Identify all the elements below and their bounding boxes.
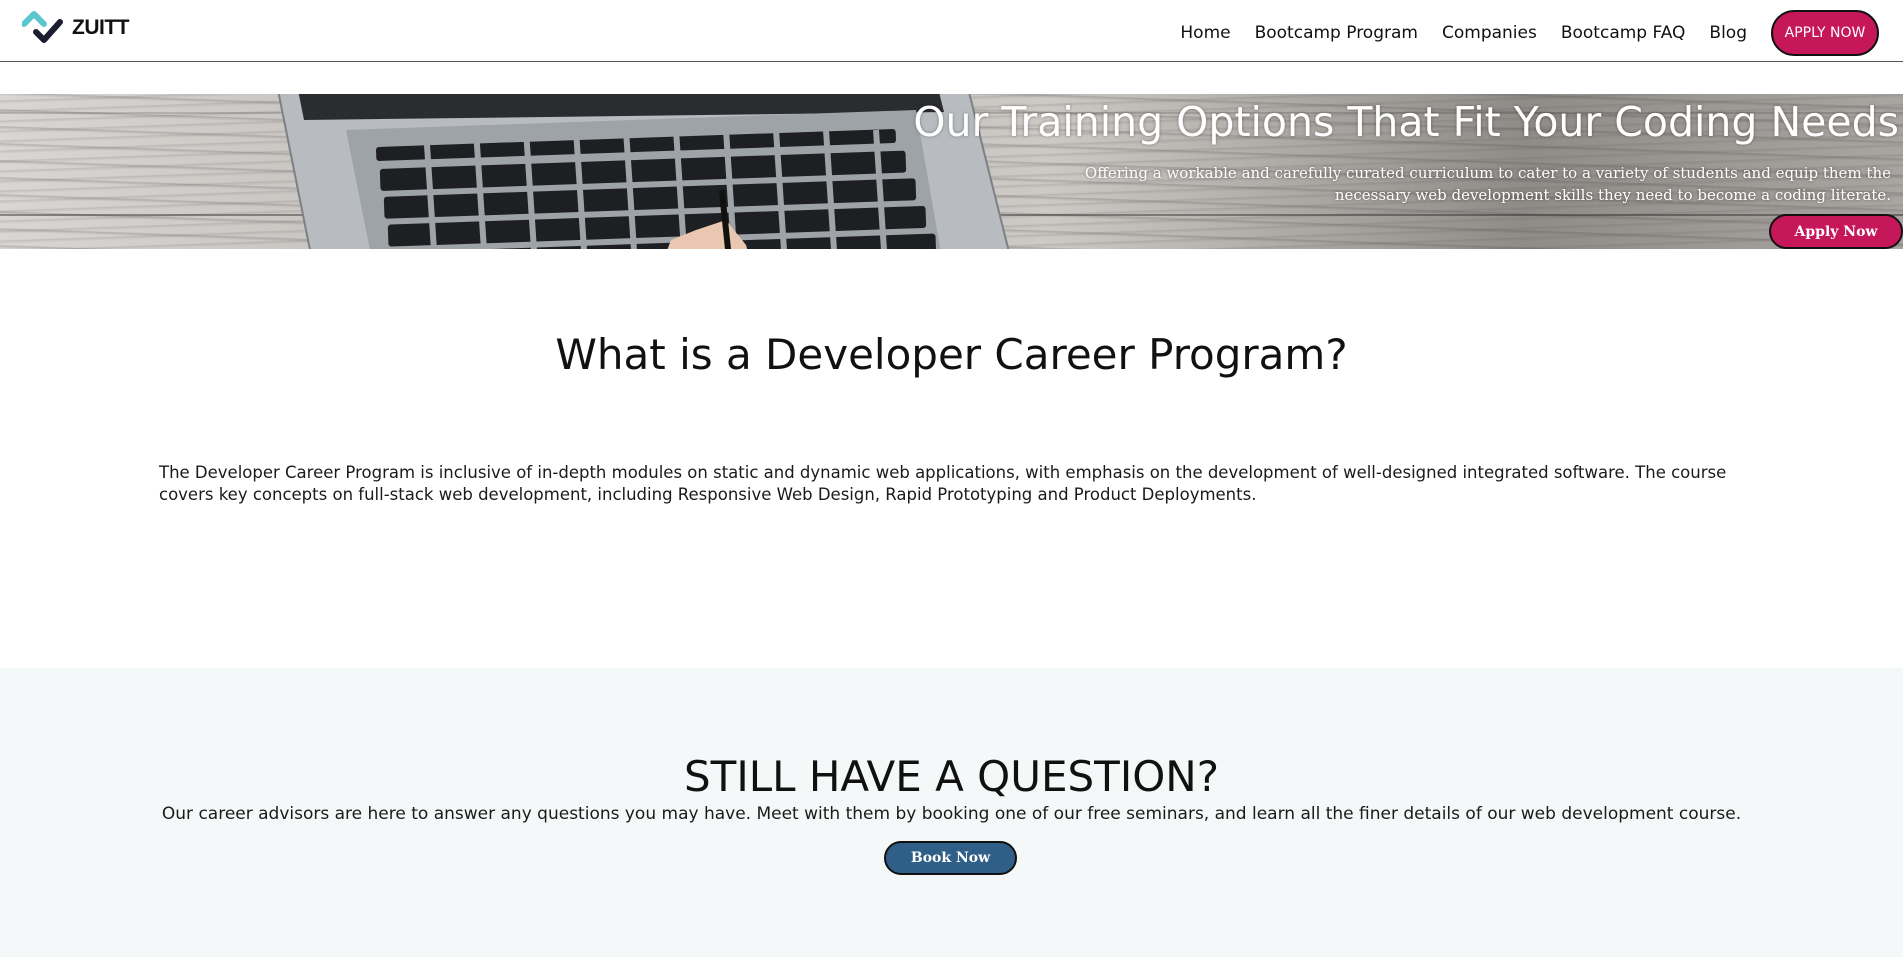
program-description: The Developer Career Program is inclusiv… [159,463,1727,504]
zuitt-logo-icon [22,11,63,43]
main-nav: Home Bootcamp Program Companies Bootcamp… [1156,10,1879,56]
hero-banner: Our Training Options That Fit Your Codin… [0,94,1903,249]
book-now-button[interactable]: Book Now [884,841,1017,875]
question-section: STILL HAVE A QUESTION? Our career adviso… [0,668,1903,957]
laptop-keyboard-image [277,94,1010,249]
site-logo[interactable]: ZUITT [22,10,129,46]
apply-now-hero-button[interactable]: Apply Now [1769,214,1903,249]
nav-home[interactable]: Home [1180,23,1230,43]
logo-text: ZUITT [72,16,129,39]
nav-bootcamp-faq[interactable]: Bootcamp FAQ [1561,23,1686,43]
navbar: ZUITT Home Bootcamp Program Companies Bo… [0,0,1903,62]
program-section-title: What is a Developer Career Program? [555,330,1348,379]
question-description: Our career advisors are here to answer a… [161,804,1742,824]
nav-companies[interactable]: Companies [1442,23,1537,43]
apply-now-nav-button[interactable]: APPLY NOW [1771,10,1879,56]
nav-bootcamp-program[interactable]: Bootcamp Program [1255,23,1418,43]
hero-title: Our Training Options That Fit Your Codin… [913,98,1899,146]
hero-subtitle: Offering a workable and carefully curate… [1084,164,1891,204]
nav-blog[interactable]: Blog [1709,23,1747,43]
question-section-title: STILL HAVE A QUESTION? [684,752,1219,801]
